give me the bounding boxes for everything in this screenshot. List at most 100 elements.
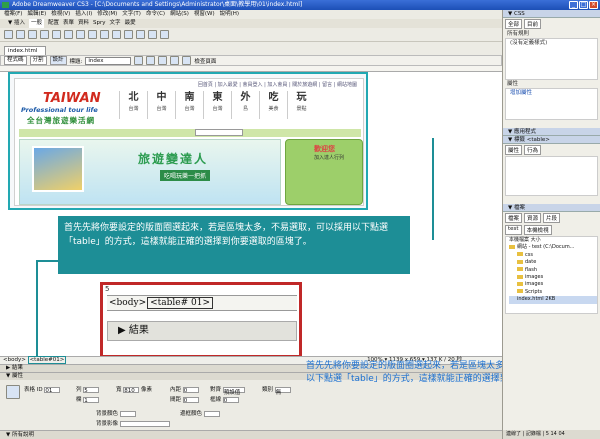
template-icon[interactable] — [148, 30, 157, 39]
files-tab-assets[interactable]: 資源 — [524, 213, 542, 223]
insert-tab-common[interactable]: 一般 — [28, 19, 44, 28]
class-select[interactable]: 無 — [274, 386, 291, 396]
folder-item[interactable]: flash — [509, 267, 597, 274]
tag-tab-attributes[interactable]: 屬性 — [505, 145, 523, 155]
comment-icon[interactable] — [112, 30, 121, 39]
view-select[interactable]: 本機檢視 — [523, 225, 552, 235]
css-rules-list[interactable]: (沒有定義樣式) — [505, 38, 598, 80]
close-icon[interactable]: × — [589, 1, 598, 9]
insert-tab-spry[interactable]: Spry — [93, 19, 106, 28]
email-link-icon[interactable] — [16, 30, 25, 39]
menu-help[interactable]: 說明(H) — [220, 10, 239, 19]
insert-tab-favorites[interactable]: 最愛 — [125, 19, 136, 28]
site-logo[interactable]: TAIWAN Professional tour life 全台灣旅遊樂活網 — [19, 89, 103, 129]
head-icon[interactable] — [124, 30, 133, 39]
spacing-input[interactable]: 0 — [182, 396, 199, 404]
menu-window[interactable]: 視窗(W) — [194, 10, 215, 19]
padding-input[interactable]: 0 — [182, 386, 199, 394]
preview-browser-icon[interactable] — [146, 56, 156, 65]
add-property-link[interactable]: 增加屬性 — [506, 89, 597, 97]
bg-color-input[interactable] — [119, 410, 136, 417]
tag-chooser-icon[interactable] — [160, 30, 169, 39]
design-canvas[interactable]: 回首頁 | 加入最愛 | 會員登入 | 加入會員 | 關於旅遊網 | 留言 | … — [0, 72, 502, 356]
document-tab[interactable]: index.html — [4, 46, 46, 55]
tag-attributes-list[interactable] — [505, 156, 598, 196]
insert-tab-text[interactable]: 文字 — [110, 19, 121, 28]
div-icon[interactable] — [52, 30, 61, 39]
zoom-body-tag[interactable]: <body> — [109, 298, 146, 308]
nav-south[interactable]: 南台灣 — [175, 91, 203, 119]
body-tag[interactable]: <body> — [3, 357, 26, 363]
image-icon[interactable] — [64, 30, 73, 39]
zoom-table-tag[interactable]: <table# 01> — [147, 297, 213, 309]
border-input[interactable]: 0 — [222, 396, 239, 404]
menu-commands[interactable]: 命令(C) — [146, 10, 165, 19]
table-tag[interactable]: <table#01> — [27, 356, 67, 364]
nav-north[interactable]: 北台灣 — [119, 91, 147, 119]
title-input[interactable]: index — [85, 56, 132, 65]
nav-islands[interactable]: 外島 — [231, 91, 259, 119]
top-links[interactable]: 回首頁 | 加入最愛 | 會員登入 | 加入會員 | 關於旅遊網 | 留言 | … — [198, 81, 357, 88]
refresh-icon[interactable] — [158, 56, 168, 65]
table-icon[interactable] — [40, 30, 49, 39]
nav-east[interactable]: 東台灣 — [203, 91, 231, 119]
tag-tab-behaviors[interactable]: 行為 — [524, 145, 542, 155]
files-tab-files[interactable]: 檔案 — [505, 213, 523, 223]
bg-image-input[interactable] — [119, 420, 170, 427]
minimize-icon[interactable]: _ — [569, 1, 578, 9]
insert-tab-data[interactable]: 資料 — [78, 19, 89, 28]
help-panel[interactable]: ▼ 所有說明 — [0, 430, 502, 439]
width-input[interactable]: 810 — [123, 386, 140, 394]
menu-site[interactable]: 網站(S) — [170, 10, 189, 19]
folder-item[interactable]: images — [509, 274, 597, 281]
selected-table[interactable]: 回首頁 | 加入最愛 | 會員登入 | 加入會員 | 關於旅遊網 | 留言 | … — [8, 72, 368, 210]
menu-view[interactable]: 檢視(V) — [51, 10, 70, 19]
width-unit-select[interactable]: 像素 — [141, 387, 152, 393]
file-management-icon[interactable] — [134, 56, 144, 65]
insert-tab-layout[interactable]: 配置 — [48, 19, 59, 28]
css-panel-header[interactable]: ▼ CSS — [503, 10, 600, 18]
folder-item[interactable]: css — [509, 252, 597, 259]
files-panel-header[interactable]: ▼ 檔案 — [503, 204, 600, 212]
anchor-icon[interactable] — [28, 30, 37, 39]
css-tab-current[interactable]: 目前 — [524, 19, 542, 29]
application-panel-header[interactable]: ▼ 應用程式 — [503, 128, 600, 136]
cols-input[interactable]: 1 — [83, 396, 100, 404]
nav-food[interactable]: 吃美食 — [259, 91, 287, 119]
hyperlink-icon[interactable] — [4, 30, 13, 39]
check-page-button[interactable]: 檢查頁面 — [194, 57, 216, 65]
date-icon[interactable] — [88, 30, 97, 39]
code-view-button[interactable]: 程式碼 — [4, 56, 27, 65]
menu-file[interactable]: 檔案(F) — [4, 10, 22, 19]
table-id-input[interactable]: 01 — [44, 386, 61, 394]
menu-modify[interactable]: 修改(M) — [97, 10, 117, 19]
folder-item[interactable]: Scripts — [509, 289, 597, 296]
site-root-item[interactable]: 網站 - test (C:\Docum... — [509, 244, 597, 251]
align-select[interactable]: 預設值 — [222, 386, 245, 396]
rows-input[interactable]: 5 — [83, 386, 100, 394]
files-tree[interactable]: 本機檔案 大小 網站 - test (C:\Docum... css date … — [505, 236, 598, 314]
nav-play[interactable]: 玩景點 — [287, 91, 315, 119]
css-tab-all[interactable]: 全部 — [505, 19, 523, 29]
site-search-input[interactable] — [195, 129, 243, 136]
server-side-include-icon[interactable] — [100, 30, 109, 39]
script-icon[interactable] — [136, 30, 145, 39]
menu-edit[interactable]: 編輯(E) — [27, 10, 46, 19]
member-box[interactable]: 歡迎您 加入達人行列 — [285, 139, 363, 205]
site-select[interactable]: test — [505, 225, 522, 235]
menu-insert[interactable]: 插入(I) — [75, 10, 92, 19]
file-item[interactable]: index.html 2KB — [509, 296, 597, 304]
files-tab-snippets[interactable]: 片段 — [543, 213, 561, 223]
visual-aids-icon[interactable] — [182, 56, 192, 65]
split-view-button[interactable]: 分割 — [29, 56, 47, 65]
view-options-icon[interactable] — [170, 56, 180, 65]
design-view-button[interactable]: 設計 — [49, 56, 67, 65]
folder-item[interactable]: images — [509, 281, 597, 288]
media-icon[interactable] — [76, 30, 85, 39]
insert-tab-forms[interactable]: 表單 — [63, 19, 74, 28]
zoom-results-bar[interactable]: ▶ 結果 — [107, 321, 297, 341]
css-properties-list[interactable]: 增加屬性 — [505, 88, 598, 120]
border-color-input[interactable] — [203, 410, 220, 417]
menu-text[interactable]: 文字(T) — [122, 10, 141, 19]
folder-item[interactable]: date — [509, 259, 597, 266]
